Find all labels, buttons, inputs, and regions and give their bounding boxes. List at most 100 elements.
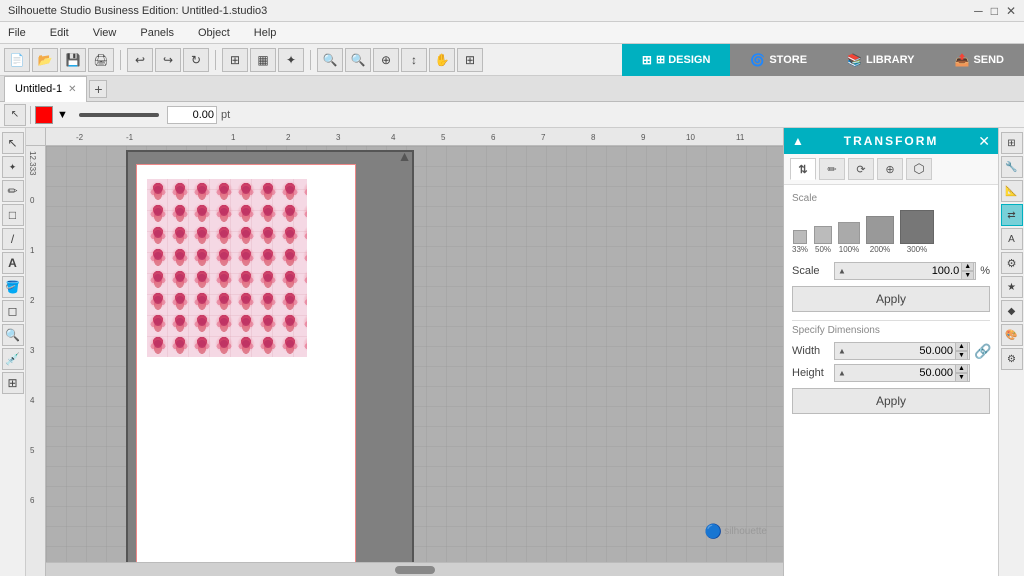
close-button[interactable]: ✕ xyxy=(1006,4,1016,18)
right-tool-9[interactable]: 🎨 xyxy=(1001,324,1023,346)
panel-close-icon[interactable]: ✕ xyxy=(978,133,990,150)
dimensions-apply-label: Apply xyxy=(876,394,906,408)
height-input[interactable]: 50.000 xyxy=(834,364,970,382)
tab-close-icon[interactable]: ✕ xyxy=(68,84,76,95)
menu-help[interactable]: Help xyxy=(250,25,281,41)
lock-height-icon[interactable]: 🔗 xyxy=(974,365,990,382)
store-icon: 🌀 xyxy=(750,53,765,67)
eyedropper-tool[interactable]: 💉 xyxy=(2,348,24,370)
menu-panels[interactable]: Panels xyxy=(136,25,178,41)
nav-store-tab[interactable]: 🌀 STORE xyxy=(730,44,827,76)
move-button[interactable]: ↕ xyxy=(401,48,427,72)
open-button[interactable]: 📂 xyxy=(32,48,58,72)
width-spin-up[interactable]: ▲ xyxy=(955,342,968,351)
pointer-tool-btn[interactable]: ↖ xyxy=(4,104,26,126)
panel-expand-icon[interactable]: ▲ xyxy=(792,134,804,148)
scale-section-label: Scale xyxy=(792,193,990,204)
right-tool-3[interactable]: 📐 xyxy=(1001,180,1023,202)
dropdown-arrow[interactable]: ▼ xyxy=(57,108,71,122)
menu-edit[interactable]: Edit xyxy=(46,25,73,41)
node-edit-tool[interactable]: ✦ xyxy=(2,156,24,178)
eraser-tool[interactable]: ◻ xyxy=(2,300,24,322)
preset-50[interactable]: 50% xyxy=(814,226,832,254)
right-tool-2[interactable]: 🔧 xyxy=(1001,156,1023,178)
height-spin-up[interactable]: ▲ xyxy=(955,364,968,373)
scale-spin-up[interactable]: ▲ xyxy=(961,262,974,271)
menu-file[interactable]: File xyxy=(4,25,30,41)
right-toolbar: ⊞ 🔧 📐 ⇄ A ⚙ ★ ◆ 🎨 ⚙ xyxy=(998,128,1024,576)
preset-100[interactable]: 100% xyxy=(838,222,860,254)
nodes-button[interactable]: ✦ xyxy=(278,48,304,72)
select-tool[interactable]: ↖ xyxy=(2,132,24,154)
transform-panel: ▲ TRANSFORM ✕ ⇅ ✏ ⟳ ⊕ ⬡ Scale 33% xyxy=(783,128,998,576)
maximize-button[interactable]: □ xyxy=(991,4,998,18)
new-tab-button[interactable]: + xyxy=(89,80,107,98)
scale-spin-down[interactable]: ▼ xyxy=(961,271,974,280)
canvas-area[interactable]: -2 -1 1 2 3 4 5 6 7 8 9 10 11 12 12.333 … xyxy=(26,128,783,576)
lock-proportions-icon[interactable]: 🔗 xyxy=(974,343,990,360)
draw-tool[interactable]: ✏ xyxy=(2,180,24,202)
stroke-color-box[interactable] xyxy=(35,106,53,124)
text-tool[interactable]: A xyxy=(2,252,24,274)
right-tool-transform[interactable]: ⇄ xyxy=(1001,204,1023,226)
width-input[interactable]: 50.000 xyxy=(834,342,970,360)
new-button[interactable]: 📄 xyxy=(4,48,30,72)
scrollbar-thumb[interactable] xyxy=(395,566,435,574)
zoom-tool[interactable]: 🔍 xyxy=(2,324,24,346)
panel-tab-position[interactable]: ⊕ xyxy=(877,158,903,180)
right-tool-5[interactable]: A xyxy=(1001,228,1023,250)
fill-tool[interactable]: 🪣 xyxy=(2,276,24,298)
dimensions-apply-button[interactable]: Apply xyxy=(792,388,990,414)
panel-tab-rotate[interactable]: ✏ xyxy=(819,158,845,180)
menu-view[interactable]: View xyxy=(89,25,121,41)
minimize-button[interactable]: ─ xyxy=(974,4,983,18)
preset-300-label: 300% xyxy=(907,245,927,254)
height-input-wrapper: ▲ 50.000 ▲ ▼ xyxy=(834,364,970,382)
panel-tab-shear[interactable]: ⬡ xyxy=(906,158,932,180)
nav-design-tab[interactable]: ⊞ ⊞ DESIGN xyxy=(622,44,731,76)
width-spin-down[interactable]: ▼ xyxy=(955,351,968,360)
pattern-area xyxy=(147,179,307,357)
right-tool-7[interactable]: ★ xyxy=(1001,276,1023,298)
select-button[interactable]: ⊞ xyxy=(222,48,248,72)
zoom-fit-button[interactable]: ⊕ xyxy=(373,48,399,72)
redo-button[interactable]: ↪ xyxy=(155,48,181,72)
panel-tab-flip[interactable]: ⟳ xyxy=(848,158,874,180)
horizontal-scrollbar[interactable] xyxy=(46,562,783,576)
zoom-out-button[interactable]: 🔍 xyxy=(345,48,371,72)
pan-button[interactable]: ✋ xyxy=(429,48,455,72)
scale-input-arrow: ▲ xyxy=(838,267,846,276)
stroke-width-input[interactable]: 0.00 xyxy=(167,106,217,124)
nav-tabs: ⊞ ⊞ DESIGN 🌀 STORE 📚 LIBRARY 📤 SEND xyxy=(622,44,1024,76)
right-tool-8[interactable]: ◆ xyxy=(1001,300,1023,322)
height-spin-down[interactable]: ▼ xyxy=(955,373,968,382)
scroll-up-indicator[interactable]: ▲ xyxy=(397,148,413,164)
nav-send-tab[interactable]: 📤 SEND xyxy=(934,44,1024,76)
preset-33[interactable]: 33% xyxy=(792,230,808,254)
refresh-button[interactable]: ↻ xyxy=(183,48,209,72)
preset-300[interactable]: 300% xyxy=(900,210,934,254)
save-button[interactable]: 💾 xyxy=(60,48,86,72)
right-tool-1[interactable]: ⊞ xyxy=(1001,132,1023,154)
grid-button[interactable]: ⊞ xyxy=(457,48,483,72)
scale-input[interactable]: 100.0 xyxy=(834,262,976,280)
shape-tool[interactable]: □ xyxy=(2,204,24,226)
zoom-in-button[interactable]: 🔍 xyxy=(317,48,343,72)
menu-object[interactable]: Object xyxy=(194,25,234,41)
undo-button[interactable]: ↩ xyxy=(127,48,153,72)
app-title: Silhouette Studio Business Edition: Unti… xyxy=(8,5,267,17)
scale-apply-button[interactable]: Apply xyxy=(792,286,990,312)
stroke-width-slider[interactable] xyxy=(79,113,159,117)
preset-200[interactable]: 200% xyxy=(866,216,894,254)
library-label: LIBRARY xyxy=(866,54,914,66)
panel-tab-scale[interactable]: ⇅ xyxy=(790,158,816,180)
document-tab[interactable]: Untitled-1 ✕ xyxy=(4,76,87,102)
ruler-top: -2 -1 1 2 3 4 5 6 7 8 9 10 11 12 xyxy=(46,128,783,146)
right-tool-10[interactable]: ⚙ xyxy=(1001,348,1023,370)
print-button[interactable]: 🖨 xyxy=(88,48,114,72)
group-button[interactable]: ▦ xyxy=(250,48,276,72)
crop-tool[interactable]: ⊞ xyxy=(2,372,24,394)
line-tool[interactable]: / xyxy=(2,228,24,250)
nav-library-tab[interactable]: 📚 LIBRARY xyxy=(827,44,934,76)
right-tool-6[interactable]: ⚙ xyxy=(1001,252,1023,274)
